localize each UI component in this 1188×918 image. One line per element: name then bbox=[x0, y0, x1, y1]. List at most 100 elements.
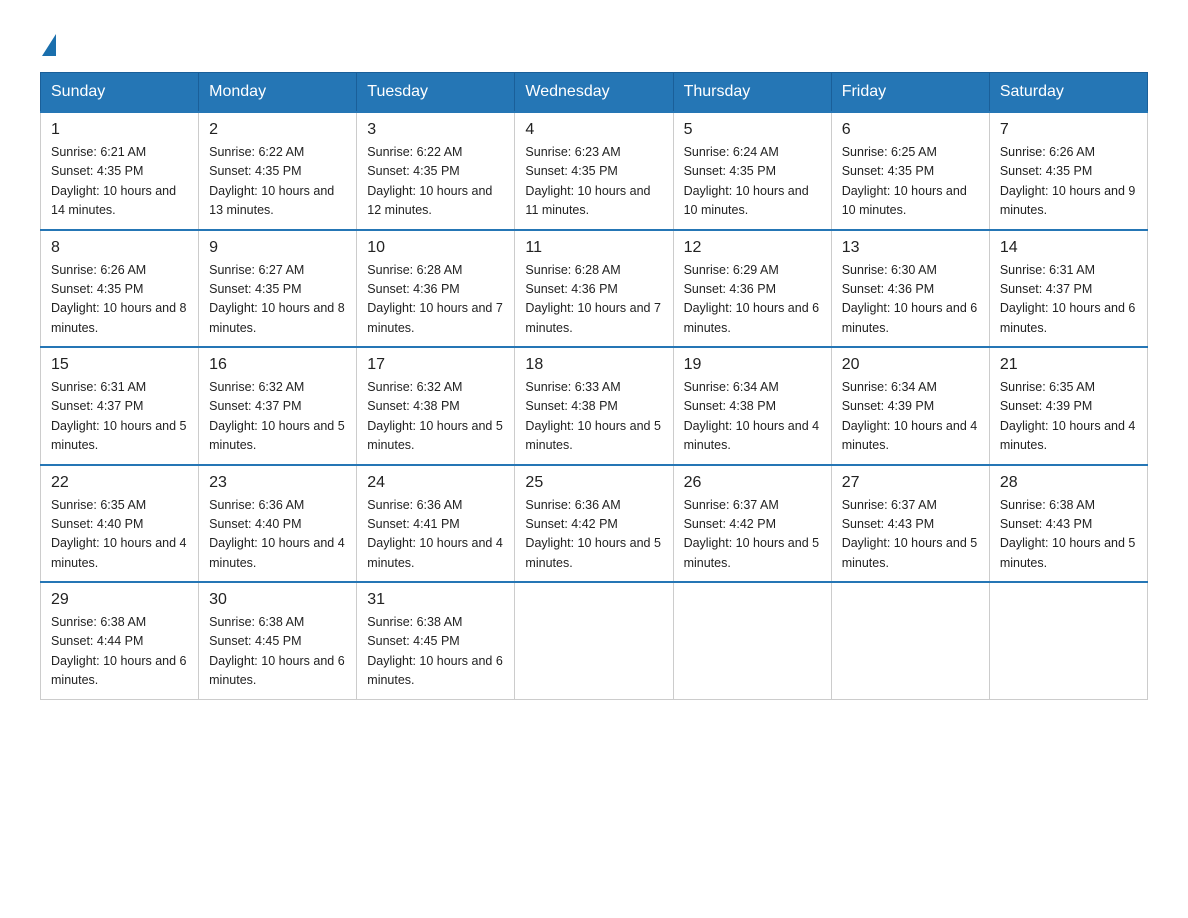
day-info: Sunrise: 6:28 AMSunset: 4:36 PMDaylight:… bbox=[367, 261, 504, 339]
day-number: 2 bbox=[209, 121, 346, 139]
calendar-cell: 27Sunrise: 6:37 AMSunset: 4:43 PMDayligh… bbox=[831, 465, 989, 583]
calendar-cell: 17 Sunrise: 6:32 AMSunset: 4:38 PMDayligh… bbox=[357, 347, 515, 465]
day-number: 25 bbox=[525, 474, 662, 492]
day-number: 31 bbox=[367, 591, 504, 609]
calendar-cell: 12Sunrise: 6:29 AMSunset: 4:36 PMDayligh… bbox=[673, 230, 831, 348]
calendar-cell bbox=[989, 582, 1147, 699]
day-number: 7 bbox=[1000, 121, 1137, 139]
calendar-cell: 3 Sunrise: 6:22 AMSunset: 4:35 PMDaylight… bbox=[357, 112, 515, 230]
day-number: 11 bbox=[525, 239, 662, 257]
calendar-table: SundayMondayTuesdayWednesdayThursdayFrid… bbox=[40, 72, 1148, 700]
calendar-week-row: 29 Sunrise: 6:38 AMSunset: 4:44 PMDayligh… bbox=[41, 582, 1148, 699]
calendar-cell: 31 Sunrise: 6:38 AMSunset: 4:45 PMDayligh… bbox=[357, 582, 515, 699]
day-info: Sunrise: 6:31 AMSunset: 4:37 PMDaylight:… bbox=[1000, 261, 1137, 339]
calendar-cell bbox=[515, 582, 673, 699]
calendar-cell: 19 Sunrise: 6:34 AMSunset: 4:38 PMDayligh… bbox=[673, 347, 831, 465]
day-info: Sunrise: 6:21 AMSunset: 4:35 PMDaylight:… bbox=[51, 143, 188, 221]
calendar-week-row: 15Sunrise: 6:31 AMSunset: 4:37 PMDayligh… bbox=[41, 347, 1148, 465]
day-info: Sunrise: 6:36 AMSunset: 4:41 PMDaylight:… bbox=[367, 496, 504, 574]
day-info: Sunrise: 6:22 AMSunset: 4:35 PMDaylight:… bbox=[367, 143, 504, 221]
day-number: 15 bbox=[51, 356, 188, 374]
day-number: 6 bbox=[842, 121, 979, 139]
day-info: Sunrise: 6:36 AMSunset: 4:42 PMDaylight:… bbox=[525, 496, 662, 574]
day-number: 23 bbox=[209, 474, 346, 492]
calendar-cell: 18 Sunrise: 6:33 AMSunset: 4:38 PMDayligh… bbox=[515, 347, 673, 465]
calendar-header-thursday: Thursday bbox=[673, 73, 831, 113]
day-info: Sunrise: 6:29 AMSunset: 4:36 PMDaylight:… bbox=[684, 261, 821, 339]
day-info: Sunrise: 6:25 AMSunset: 4:35 PMDaylight:… bbox=[842, 143, 979, 221]
calendar-cell bbox=[831, 582, 989, 699]
day-number: 9 bbox=[209, 239, 346, 257]
calendar-cell: 11 Sunrise: 6:28 AMSunset: 4:36 PMDayligh… bbox=[515, 230, 673, 348]
calendar-cell: 5Sunrise: 6:24 AMSunset: 4:35 PMDaylight… bbox=[673, 112, 831, 230]
day-number: 24 bbox=[367, 474, 504, 492]
calendar-cell bbox=[673, 582, 831, 699]
day-info: Sunrise: 6:36 AMSunset: 4:40 PMDaylight:… bbox=[209, 496, 346, 574]
day-number: 29 bbox=[51, 591, 188, 609]
calendar-cell: 2 Sunrise: 6:22 AMSunset: 4:35 PMDaylight… bbox=[199, 112, 357, 230]
page-header bbox=[40, 30, 1148, 52]
calendar-header-sunday: Sunday bbox=[41, 73, 199, 113]
day-info: Sunrise: 6:37 AMSunset: 4:42 PMDaylight:… bbox=[684, 496, 821, 574]
day-number: 10 bbox=[367, 239, 504, 257]
calendar-header-tuesday: Tuesday bbox=[357, 73, 515, 113]
calendar-cell: 29 Sunrise: 6:38 AMSunset: 4:44 PMDayligh… bbox=[41, 582, 199, 699]
calendar-week-row: 22 Sunrise: 6:35 AMSunset: 4:40 PMDayligh… bbox=[41, 465, 1148, 583]
calendar-cell: 30 Sunrise: 6:38 AMSunset: 4:45 PMDayligh… bbox=[199, 582, 357, 699]
day-info: Sunrise: 6:37 AMSunset: 4:43 PMDaylight:… bbox=[842, 496, 979, 574]
logo-triangle-icon bbox=[42, 34, 56, 56]
calendar-header-monday: Monday bbox=[199, 73, 357, 113]
day-number: 4 bbox=[525, 121, 662, 139]
day-number: 20 bbox=[842, 356, 979, 374]
day-number: 3 bbox=[367, 121, 504, 139]
day-number: 1 bbox=[51, 121, 188, 139]
day-info: Sunrise: 6:35 AMSunset: 4:39 PMDaylight:… bbox=[1000, 378, 1137, 456]
calendar-cell: 23 Sunrise: 6:36 AMSunset: 4:40 PMDayligh… bbox=[199, 465, 357, 583]
day-info: Sunrise: 6:23 AMSunset: 4:35 PMDaylight:… bbox=[525, 143, 662, 221]
calendar-cell: 9 Sunrise: 6:27 AMSunset: 4:35 PMDaylight… bbox=[199, 230, 357, 348]
day-number: 13 bbox=[842, 239, 979, 257]
calendar-cell: 8 Sunrise: 6:26 AMSunset: 4:35 PMDaylight… bbox=[41, 230, 199, 348]
day-info: Sunrise: 6:35 AMSunset: 4:40 PMDaylight:… bbox=[51, 496, 188, 574]
day-number: 5 bbox=[684, 121, 821, 139]
day-info: Sunrise: 6:32 AMSunset: 4:37 PMDaylight:… bbox=[209, 378, 346, 456]
day-info: Sunrise: 6:26 AMSunset: 4:35 PMDaylight:… bbox=[1000, 143, 1137, 221]
day-info: Sunrise: 6:33 AMSunset: 4:38 PMDaylight:… bbox=[525, 378, 662, 456]
day-number: 17 bbox=[367, 356, 504, 374]
day-number: 21 bbox=[1000, 356, 1137, 374]
calendar-cell: 4 Sunrise: 6:23 AMSunset: 4:35 PMDaylight… bbox=[515, 112, 673, 230]
calendar-cell: 7 Sunrise: 6:26 AMSunset: 4:35 PMDaylight… bbox=[989, 112, 1147, 230]
day-number: 26 bbox=[684, 474, 821, 492]
day-number: 14 bbox=[1000, 239, 1137, 257]
calendar-cell: 26 Sunrise: 6:37 AMSunset: 4:42 PMDayligh… bbox=[673, 465, 831, 583]
day-info: Sunrise: 6:34 AMSunset: 4:38 PMDaylight:… bbox=[684, 378, 821, 456]
day-info: Sunrise: 6:38 AMSunset: 4:45 PMDaylight:… bbox=[367, 613, 504, 691]
calendar-cell: 24 Sunrise: 6:36 AMSunset: 4:41 PMDayligh… bbox=[357, 465, 515, 583]
day-info: Sunrise: 6:38 AMSunset: 4:44 PMDaylight:… bbox=[51, 613, 188, 691]
calendar-cell: 22 Sunrise: 6:35 AMSunset: 4:40 PMDayligh… bbox=[41, 465, 199, 583]
calendar-cell: 21 Sunrise: 6:35 AMSunset: 4:39 PMDayligh… bbox=[989, 347, 1147, 465]
day-number: 22 bbox=[51, 474, 188, 492]
calendar-header-friday: Friday bbox=[831, 73, 989, 113]
calendar-week-row: 8 Sunrise: 6:26 AMSunset: 4:35 PMDaylight… bbox=[41, 230, 1148, 348]
calendar-cell: 25 Sunrise: 6:36 AMSunset: 4:42 PMDayligh… bbox=[515, 465, 673, 583]
day-number: 18 bbox=[525, 356, 662, 374]
calendar-cell: 15Sunrise: 6:31 AMSunset: 4:37 PMDayligh… bbox=[41, 347, 199, 465]
day-number: 30 bbox=[209, 591, 346, 609]
day-info: Sunrise: 6:22 AMSunset: 4:35 PMDaylight:… bbox=[209, 143, 346, 221]
logo bbox=[40, 30, 56, 52]
calendar-cell: 14 Sunrise: 6:31 AMSunset: 4:37 PMDayligh… bbox=[989, 230, 1147, 348]
calendar-cell: 1 Sunrise: 6:21 AMSunset: 4:35 PMDaylight… bbox=[41, 112, 199, 230]
calendar-cell: 16 Sunrise: 6:32 AMSunset: 4:37 PMDayligh… bbox=[199, 347, 357, 465]
day-info: Sunrise: 6:26 AMSunset: 4:35 PMDaylight:… bbox=[51, 261, 188, 339]
day-info: Sunrise: 6:32 AMSunset: 4:38 PMDaylight:… bbox=[367, 378, 504, 456]
calendar-cell: 20Sunrise: 6:34 AMSunset: 4:39 PMDayligh… bbox=[831, 347, 989, 465]
day-number: 8 bbox=[51, 239, 188, 257]
day-info: Sunrise: 6:28 AMSunset: 4:36 PMDaylight:… bbox=[525, 261, 662, 339]
calendar-cell: 10 Sunrise: 6:28 AMSunset: 4:36 PMDayligh… bbox=[357, 230, 515, 348]
day-info: Sunrise: 6:38 AMSunset: 4:45 PMDaylight:… bbox=[209, 613, 346, 691]
day-info: Sunrise: 6:27 AMSunset: 4:35 PMDaylight:… bbox=[209, 261, 346, 339]
day-number: 19 bbox=[684, 356, 821, 374]
day-number: 16 bbox=[209, 356, 346, 374]
day-info: Sunrise: 6:38 AMSunset: 4:43 PMDaylight:… bbox=[1000, 496, 1137, 574]
